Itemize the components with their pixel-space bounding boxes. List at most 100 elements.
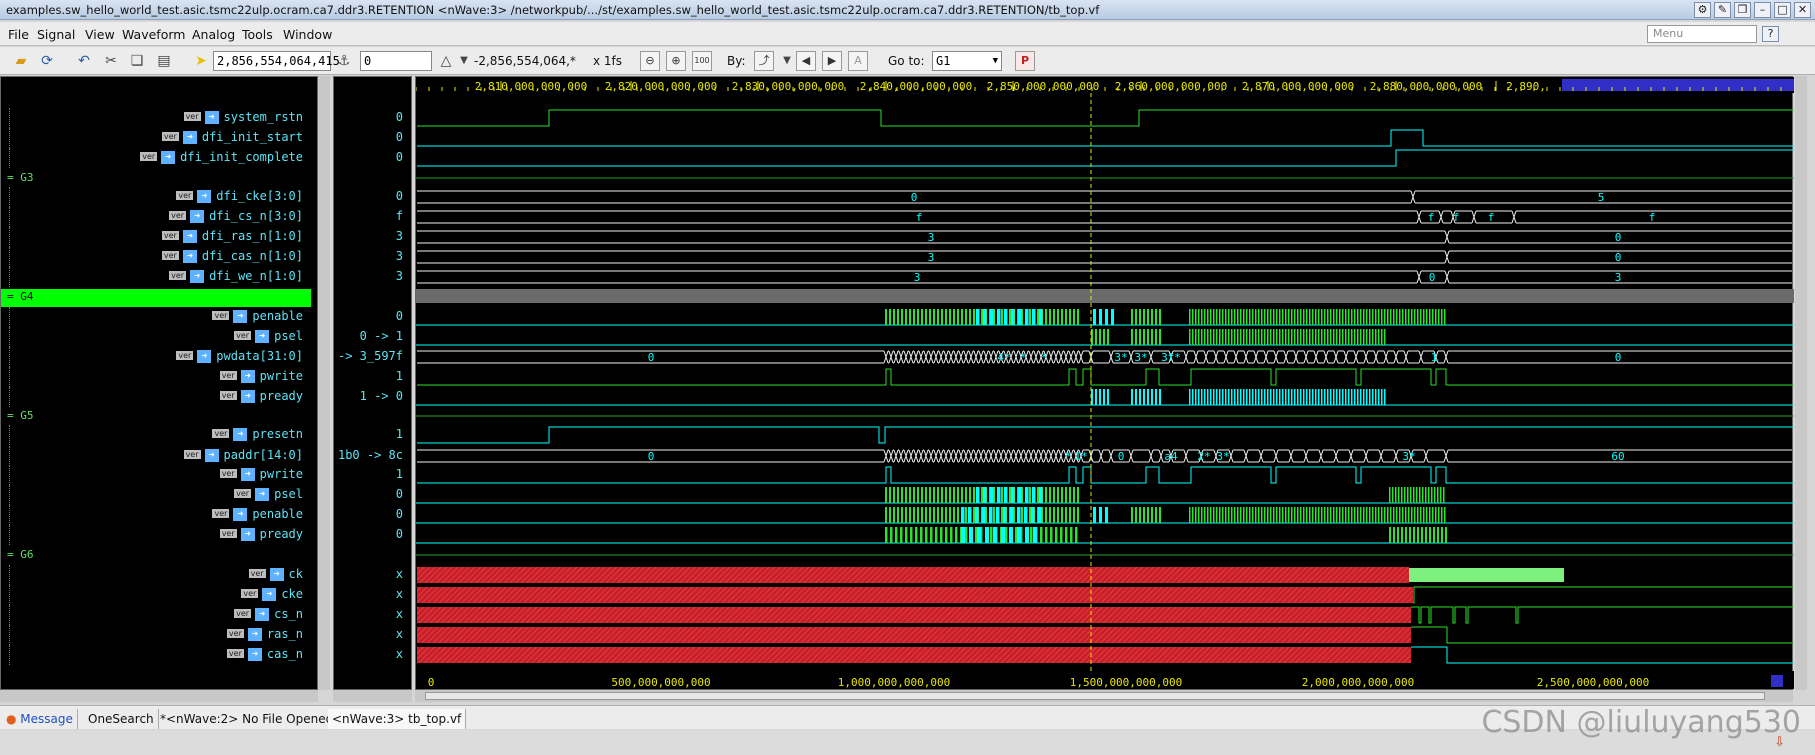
marker-icon[interactable]: ⚓	[335, 52, 353, 70]
signal-name[interactable]: ver ➜ pwrite	[219, 467, 303, 481]
signal-row[interactable]: ver ➜ cas_n	[1, 645, 311, 665]
pin-icon[interactable]: ✎	[1714, 2, 1731, 18]
signal-name[interactable]: ver ➜ presetn	[212, 427, 303, 441]
signal-name[interactable]: ver ➜ paddr[14:0]	[183, 448, 303, 462]
restore-icon[interactable]: ❐	[1734, 2, 1751, 18]
name-panel-hscrollbar[interactable]	[0, 690, 318, 702]
signal-row[interactable]: ver ➜ pwrite	[1, 367, 311, 387]
signal-name[interactable]: ver ➜ pready	[219, 389, 303, 403]
prev-edge-icon[interactable]: ◀	[796, 51, 816, 71]
signal-name[interactable]: ver ➜ dfi_cke[3:0]	[176, 189, 303, 203]
signal-row[interactable]: ver ➜ dfi_cas_n[1:0]	[1, 247, 311, 267]
signal-row[interactable]: ver ➜ ck	[1, 565, 311, 585]
wave-hscroll-thumb[interactable]	[425, 692, 1765, 700]
signal-name[interactable]: ver ➜ ck	[248, 567, 303, 581]
wave-hscrollbar[interactable]	[415, 690, 1793, 702]
signal-row[interactable]: ver ➜ ras_n	[1, 625, 311, 645]
signal-name[interactable]: ver ➜ psel	[234, 329, 303, 343]
signal-row[interactable]: ver ➜ cke	[1, 585, 311, 605]
signal-name[interactable]: ver ➜ pready	[219, 527, 303, 541]
signal-row[interactable]: ver ➜ pready	[1, 525, 311, 545]
signal-name[interactable]: ver ➜ cke	[241, 587, 303, 601]
delta-icon[interactable]: △	[437, 52, 455, 70]
delta-dropdown-icon[interactable]: ▼	[455, 52, 473, 70]
signal-name[interactable]: ver ➜ dfi_we_n[1:0]	[169, 269, 303, 283]
zoom-fit-icon[interactable]: 100	[692, 51, 712, 71]
menu-waveform[interactable]: Waveform	[122, 27, 185, 42]
copy-icon[interactable]: ❏	[128, 52, 146, 70]
signal-row[interactable]: ver ➜ pwrite	[1, 465, 311, 485]
tab-message[interactable]: ● Message	[2, 709, 78, 729]
tab-nwave3[interactable]: <nWave:3> tb_top.vf	[328, 709, 467, 729]
signal-name[interactable]: ver ➜ pwrite	[219, 369, 303, 383]
group-g3[interactable]: = G3	[1, 170, 311, 188]
signal-row[interactable]: ver ➜ penable	[1, 307, 311, 327]
signal-row[interactable]: ver ➜ cs_n	[1, 605, 311, 625]
menu-tools[interactable]: Tools	[242, 27, 273, 42]
zoom-in-icon[interactable]: ⊕	[666, 51, 686, 71]
signal-row[interactable]: ver ➜ dfi_cs_n[3:0]	[1, 207, 311, 227]
zoom-out-icon[interactable]: ⊖	[640, 51, 660, 71]
reload-icon[interactable]: ⟳	[38, 52, 56, 70]
menu-signal[interactable]: Signal	[37, 27, 75, 42]
signal-name[interactable]: ver ➜ cs_n	[234, 607, 303, 621]
group-g4[interactable]: = G4	[1, 289, 311, 307]
edge-search-icon[interactable]: ⤴	[754, 51, 774, 71]
signal-name[interactable]: ver ➜ dfi_init_complete	[140, 150, 303, 164]
cursor-icon[interactable]: ➤	[192, 52, 210, 70]
edge-dropdown-icon[interactable]: ▼	[778, 52, 796, 70]
search-mode-icon[interactable]: A	[848, 51, 868, 71]
next-edge-icon[interactable]: ▶	[822, 51, 842, 71]
close-icon[interactable]: ✕	[1794, 2, 1811, 18]
marker-time-field[interactable]: 0	[360, 51, 432, 71]
signal-row[interactable]: ver ➜ paddr[14:0]	[1, 446, 311, 466]
signal-row[interactable]: ver ➜ penable	[1, 505, 311, 525]
settings-icon[interactable]: ⚙	[1694, 2, 1711, 18]
tab-nwave2[interactable]: *<nWave:2> No File Opened	[156, 709, 339, 729]
waveform-canvas[interactable]: 2,810,000,000,000 2,820,000,000,000 2,830,…	[416, 77, 1794, 691]
power-icon[interactable]: P	[1015, 51, 1035, 71]
signal-row[interactable]: ver ➜ pwdata[31:0]	[1, 347, 311, 367]
signal-row[interactable]: ver ➜ psel	[1, 485, 311, 505]
signal-name[interactable]: ver ➜ ras_n	[226, 627, 303, 641]
signal-row[interactable]: ver ➜ pready	[1, 387, 311, 407]
signal-row[interactable]: ver ➜ dfi_init_start	[1, 128, 311, 148]
signal-row[interactable]: ver ➜ presetn	[1, 425, 311, 445]
signal-row[interactable]: ver ➜ dfi_cke[3:0]	[1, 187, 311, 207]
signal-name[interactable]: ver ➜ cas_n	[226, 647, 303, 661]
menu-view[interactable]: View	[85, 27, 115, 42]
signal-row[interactable]: ver ➜ dfi_init_complete	[1, 148, 311, 168]
menu-window[interactable]: Window	[283, 27, 332, 42]
signal-name[interactable]: ver ➜ penable	[212, 309, 303, 323]
signal-name[interactable]: ver ➜ pwdata[31:0]	[176, 349, 303, 363]
signal-row[interactable]: ver ➜ dfi_we_n[1:0]	[1, 267, 311, 287]
wave-vscrollbar[interactable]	[1795, 76, 1807, 690]
group-g6[interactable]: = G6	[1, 547, 311, 565]
value-panel-hscrollbar[interactable]	[333, 690, 412, 702]
menu-file[interactable]: File	[8, 27, 29, 42]
menu-search-input[interactable]: Menu	[1647, 25, 1757, 43]
signal-name[interactable]: ver ➜ dfi_init_start	[161, 130, 303, 144]
signal-name[interactable]: ver ➜ dfi_cs_n[3:0]	[169, 209, 303, 223]
name-panel-scrollbar[interactable]	[318, 76, 330, 690]
signal-row[interactable]: ver ➜ psel	[1, 327, 311, 347]
signal-name[interactable]: ver ➜ dfi_ras_n[1:0]	[161, 229, 303, 243]
cursor-time-field[interactable]: 2,856,554,064,415	[213, 51, 340, 71]
cut-icon[interactable]: ✂	[102, 52, 120, 70]
signal-name[interactable]: ver ➜ psel	[234, 487, 303, 501]
signal-name[interactable]: ver ➜ penable	[212, 507, 303, 521]
tab-onesearch[interactable]: OneSearch	[84, 709, 159, 729]
paste-icon[interactable]: ▤	[155, 52, 173, 70]
waveform-panel[interactable]: 2,810,000,000,000 2,820,000,000,000 2,830,…	[415, 76, 1794, 691]
signal-row[interactable]: ver ➜ system_rstn	[1, 108, 311, 128]
group-g5[interactable]: = G5	[1, 408, 311, 426]
signal-name[interactable]: ver ➜ dfi_cas_n[1:0]	[161, 249, 303, 263]
open-folder-icon[interactable]: ▰	[12, 52, 30, 70]
undo-icon[interactable]: ↶	[75, 52, 93, 70]
menu-analog[interactable]: Analog	[192, 27, 235, 42]
maximize-icon[interactable]: □	[1774, 2, 1791, 18]
minimize-icon[interactable]: –	[1754, 2, 1771, 18]
signal-name[interactable]: ver ➜ system_rstn	[183, 110, 303, 124]
goto-select[interactable]: G1 ▼	[932, 51, 1002, 71]
help-search-icon[interactable]: ?	[1762, 26, 1779, 42]
